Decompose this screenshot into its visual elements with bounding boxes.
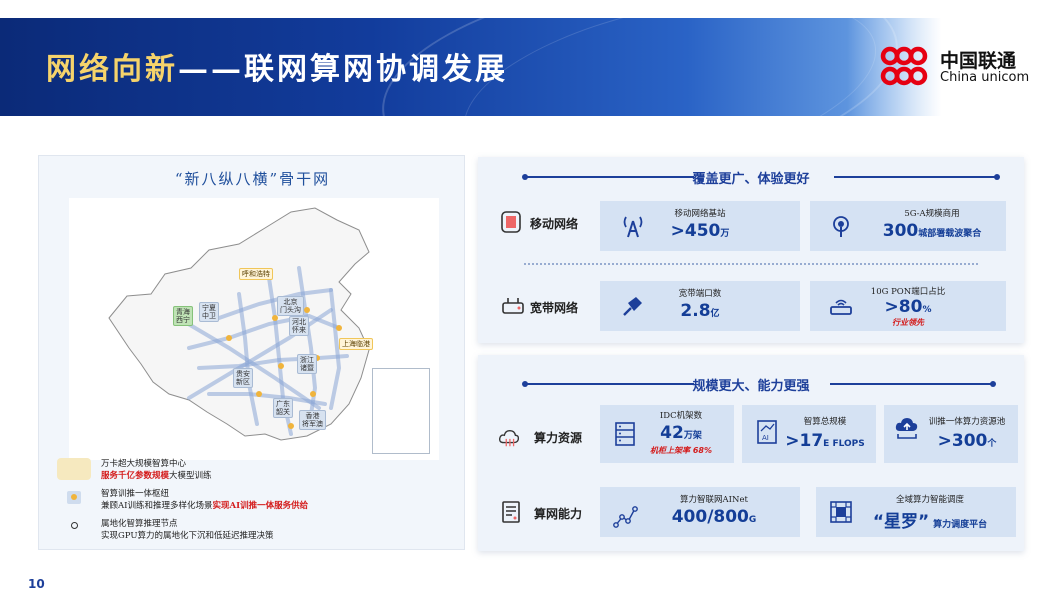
compute-resources-label: 算力资源 [534, 431, 583, 445]
legend-desc: 服务千亿参数规模大模型训练 [101, 471, 212, 481]
card-caption: 智算总规模 [803, 417, 847, 427]
china-unicom-logo: 中国联通 China unicom [876, 40, 1046, 94]
unicom-knot-icon [880, 46, 928, 86]
slide: 网络向新——联网算网协调发展 中国联通 China unicom “新八纵八横”… [0, 0, 1057, 591]
mobile-network-label: 移动网络 [530, 217, 579, 231]
card-caption: 宽带端口数 [678, 289, 722, 299]
map-title: “新八纵八横”骨干网 [174, 170, 331, 188]
legend-desc: 兼顾AI训练和推理多样化场景实现AI训推一体服务供给 [101, 501, 309, 511]
gold-node-icon [57, 458, 91, 480]
logo-en-text: China unicom [940, 70, 1030, 85]
base-station-card: 移动网络基站 >450万 [600, 201, 800, 251]
router-icon [502, 298, 524, 314]
card-caption: 训推一体算力资源池 [928, 417, 1006, 427]
card-value: 42万架 [660, 423, 702, 443]
compute-title: 规模更大、能力更强 [692, 379, 810, 394]
scheduling-card: 全域算力智能调度 “星罗” 算力调度平台 [816, 487, 1016, 537]
card-value: >450万 [670, 221, 730, 241]
china-map: 呼和浩特 青海 西宁 宁夏 中卫 北京 门头沟 河北 怀来 上海临港 浙江 诸暨 贵安 新区… [69, 198, 439, 460]
logo-cn-text: 中国联通 [940, 50, 1017, 72]
city-label-hohhot: 呼和浩特 [239, 268, 273, 280]
title-highlight: 网络向新 [46, 52, 178, 87]
card-value: 400/800G [671, 507, 757, 527]
title-rest: ——联网算网协调发展 [178, 52, 508, 87]
10g-pon-card: 10G PON端口占比 >80% 行业领先 [810, 281, 1006, 331]
ainet-card: 算力智联网AINet 400/800G [600, 487, 800, 537]
card-caption: 全域算力智能调度 [895, 495, 964, 505]
local-node-icon [71, 522, 78, 529]
card-caption: 算力智联网AINet [680, 495, 748, 505]
page-number: 10 [28, 577, 45, 591]
city-label-hongkong: 香港 将军澳 [299, 410, 326, 430]
card-value: >80% [884, 297, 932, 317]
card-note: 行业领先 [892, 318, 924, 327]
city-label-zhongwei: 宁夏 中卫 [199, 302, 219, 322]
south-china-sea-inset [372, 368, 430, 454]
hub-node-icon [67, 491, 81, 504]
broadband-network-label: 宽带网络 [530, 301, 579, 315]
card-value: 300城部署载波聚合 [882, 221, 982, 241]
page-title: 网络向新——联网算网协调发展 [46, 44, 508, 88]
backbone-map-panel: “新八纵八横”骨干网 呼和浩特 青海 西宁 宁夏 中卫 北京 门头沟 河北 怀来… [38, 155, 465, 550]
card-value: “星罗” 算力调度平台 [872, 512, 988, 532]
compute-panel: 规模更大、能力更强 算力资源 IDC机架数 42万架 机柜上架率 68% AI … [478, 355, 1024, 551]
legend-title: 万卡超大规模智算中心 [101, 459, 187, 469]
card-caption: 5G-A规模商用 [904, 209, 960, 219]
city-label-beijing: 北京 门头沟 [277, 296, 304, 316]
city-label-xining: 青海 西宁 [173, 306, 193, 326]
coverage-panel: 覆盖更广、体验更好 移动网络 移动网络基站 >450万 5G-A规模商用 300… [478, 157, 1024, 343]
mobile-phone-icon [501, 211, 521, 233]
broadband-port-card: 宽带端口数 2.8亿 [600, 281, 800, 331]
city-label-guian: 贵安 新区 [233, 368, 253, 388]
ai-compute-card: AI 智算总规模 >17E FLOPS [742, 405, 876, 463]
card-note: 机柜上架率 68% [650, 446, 712, 455]
legend-title: 智算训推一体枢纽 [101, 489, 170, 499]
idc-rack-card: IDC机架数 42万架 机柜上架率 68% [600, 405, 734, 463]
card-value: >17E FLOPS [785, 431, 865, 451]
card-caption: 移动网络基站 [674, 209, 726, 219]
cloud-compute-icon [499, 429, 520, 447]
card-value: >300个 [937, 431, 997, 451]
server-cabinet-icon [502, 501, 520, 523]
card-value: 2.8亿 [680, 301, 720, 321]
legend-desc: 实现GPU算力的属地化下沉和低延迟推理决策 [101, 531, 274, 541]
compute-network-label: 算网能力 [534, 507, 583, 521]
card-caption: IDC机架数 [659, 411, 703, 421]
legend-title: 属地化智算推理节点 [101, 519, 178, 529]
card-caption: 10G PON端口占比 [870, 287, 946, 297]
coverage-title: 覆盖更广、体验更好 [692, 172, 810, 187]
city-label-shaoguan: 广东 韶关 [273, 398, 293, 418]
city-label-zhuji: 浙江 诸暨 [297, 354, 317, 374]
city-label-huailai: 河北 怀来 [289, 316, 309, 336]
dotted-divider [524, 263, 978, 265]
inference-pool-card: 训推一体算力资源池 >300个 [884, 405, 1018, 463]
city-label-lingang: 上海临港 [339, 338, 373, 350]
5ga-card: 5G-A规模商用 300城部署载波聚合 [810, 201, 1006, 251]
